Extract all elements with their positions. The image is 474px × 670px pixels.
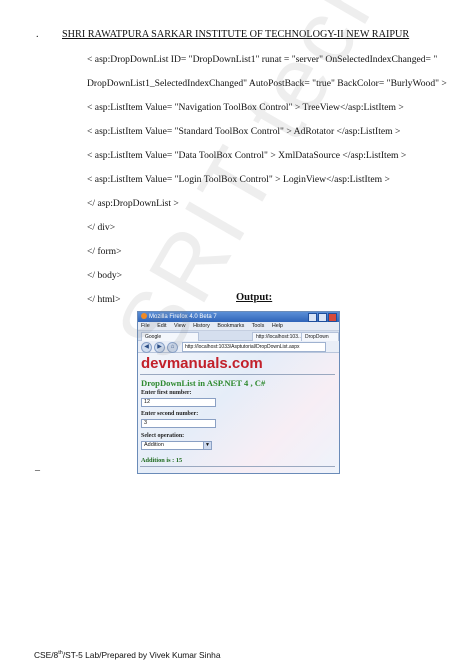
menu-view[interactable]: View xyxy=(174,323,186,329)
code-line-8: </ div> xyxy=(87,222,116,233)
code-line-9: </ form> xyxy=(87,246,122,257)
browser-window-title: Mozilla Firefox 4.0 Beta 7 xyxy=(149,314,217,320)
code-line-5: < asp:ListItem Value= "Data ToolBox Cont… xyxy=(87,150,407,161)
site-logo: devmanuals.com xyxy=(141,355,263,372)
firefox-icon xyxy=(141,313,147,320)
menu-help[interactable]: Help xyxy=(272,323,283,329)
maximize-icon[interactable] xyxy=(318,313,327,322)
footer-prefix: CSE/8 xyxy=(34,650,59,660)
menu-history[interactable]: History xyxy=(193,323,210,329)
second-number-input[interactable]: 3 xyxy=(141,419,216,428)
window-controls xyxy=(307,313,337,326)
menu-edit[interactable]: Edit xyxy=(157,323,166,329)
tab-google[interactable]: Google xyxy=(141,332,199,341)
menu-file[interactable]: File xyxy=(141,323,150,329)
code-line-4: < asp:ListItem Value= "Standard ToolBox … xyxy=(87,126,401,137)
menu-tools[interactable]: Tools xyxy=(252,323,265,329)
operation-label: Select operation: xyxy=(141,433,185,439)
divider xyxy=(140,466,335,467)
menu-bookmarks[interactable]: Bookmarks xyxy=(217,323,244,329)
chevron-down-icon[interactable]: ▼ xyxy=(203,442,211,449)
code-line-3: < asp:ListItem Value= "Navigation ToolBo… xyxy=(87,102,404,113)
back-icon[interactable]: ◀ xyxy=(141,342,152,353)
minimize-icon[interactable] xyxy=(308,313,317,322)
code-line-10: </ body> xyxy=(87,270,123,281)
tab-localhost[interactable]: http://localhost:103... xyxy=(252,332,304,341)
operation-value: Addition xyxy=(144,442,164,448)
browser-navbar: ◀ ▶ ⌂ http://localhost:1033/Asptutorial/… xyxy=(138,341,339,353)
second-number-label: Enter second number: xyxy=(141,411,199,417)
code-line-2: DropDownList1_SelectedIndexChanged" Auto… xyxy=(87,78,447,89)
output-heading: Output: xyxy=(236,292,273,303)
home-icon[interactable]: ⌂ xyxy=(167,342,178,353)
page-heading: DropDownList in ASP.NET 4 , C# xyxy=(141,378,266,388)
first-number-label: Enter first number: xyxy=(141,390,192,396)
code-line-1: < asp:DropDownList ID= "DropDownList1" r… xyxy=(87,54,438,65)
result-text: Addition is : 15 xyxy=(141,457,183,464)
tab-dropdown[interactable]: DropDown xyxy=(301,332,339,341)
page-content: devmanuals.com DropDownList in ASP.NET 4… xyxy=(138,353,339,473)
forward-icon[interactable]: ▶ xyxy=(154,342,165,353)
stray-underscore: _ xyxy=(35,461,40,472)
url-bar[interactable]: http://localhost:1033/Asptutorial/DropDo… xyxy=(182,342,326,352)
operation-select[interactable]: Addition ▼ xyxy=(141,441,212,450)
footer-suffix: /ST-5 Lab/Prepared by Vivek Kumar Sinha xyxy=(62,650,221,660)
page-footer: CSE/8th/ST-5 Lab/Prepared by Vivek Kumar… xyxy=(34,650,220,660)
browser-tabbar: Google http://localhost:103... DropDown xyxy=(138,331,339,341)
code-line-7: </ asp:DropDownList > xyxy=(87,198,179,209)
first-number-input[interactable]: 12 xyxy=(141,398,216,407)
close-icon[interactable] xyxy=(328,313,337,322)
divider xyxy=(140,374,335,375)
code-line-11: </ html> xyxy=(87,294,121,305)
header-bullet: . xyxy=(36,29,39,40)
institute-title: SHRI RAWATPURA SARKAR INSTITUTE OF TECHN… xyxy=(62,29,410,40)
browser-titlebar: Mozilla Firefox 4.0 Beta 7 xyxy=(138,312,339,322)
code-line-6: < asp:ListItem Value= "Login ToolBox Con… xyxy=(87,174,390,185)
browser-screenshot: Mozilla Firefox 4.0 Beta 7 File Edit Vie… xyxy=(137,311,340,474)
